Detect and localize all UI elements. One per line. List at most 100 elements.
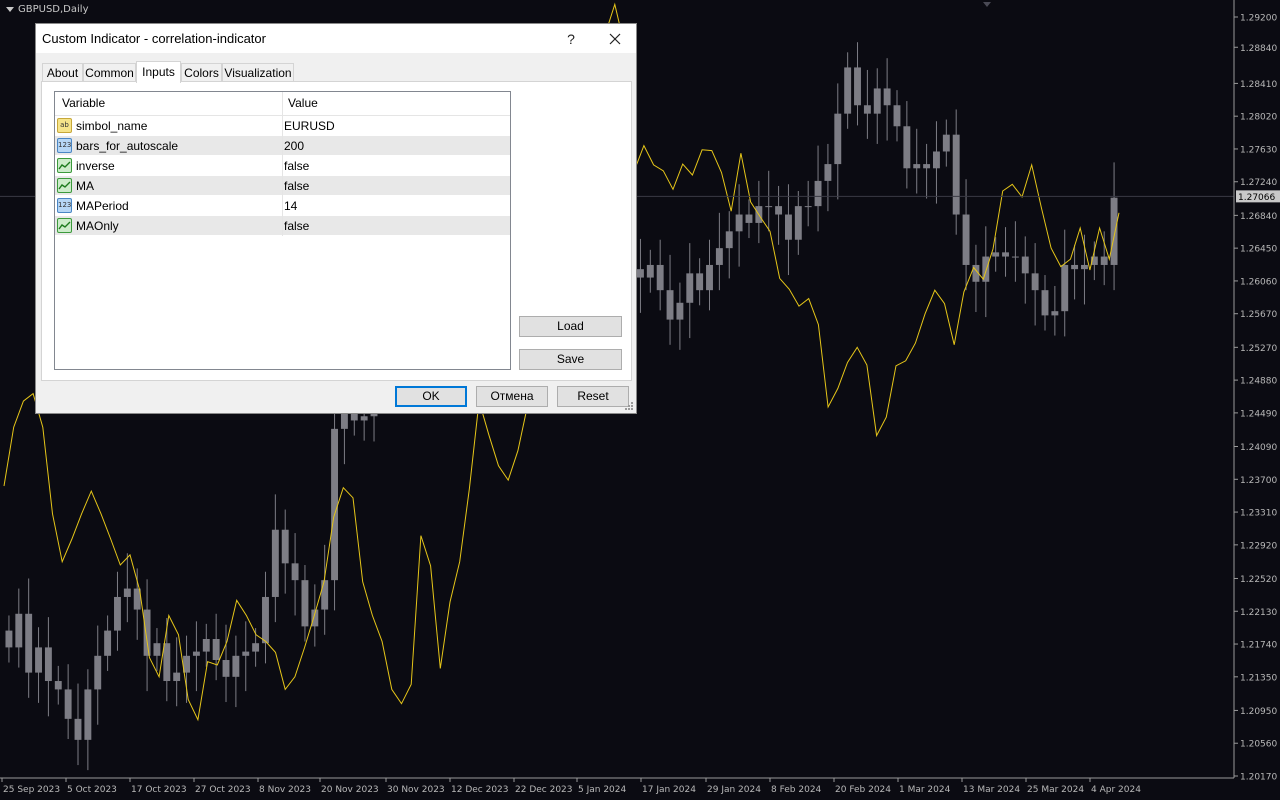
- date-label: 30 Nov 2023: [387, 785, 445, 795]
- column-divider[interactable]: [282, 92, 283, 115]
- price-label: 1.24490: [1240, 409, 1277, 419]
- candle-body: [814, 180, 822, 207]
- candle-body: [696, 273, 704, 291]
- candle-body: [854, 67, 861, 106]
- variable-value[interactable]: EURUSD: [284, 116, 335, 136]
- candle-body: [715, 248, 723, 265]
- price-label: 1.27240: [1240, 178, 1277, 188]
- candle-body: [25, 613, 33, 673]
- boolean-type-icon: [57, 218, 72, 233]
- candle-body: [1041, 290, 1049, 316]
- price-label: 1.28020: [1240, 113, 1277, 123]
- tab-common[interactable]: Common: [83, 63, 136, 82]
- candle-body: [222, 660, 230, 677]
- candle-body: [913, 164, 921, 169]
- candle-body: [1051, 311, 1059, 316]
- column-header-variable[interactable]: Variable: [62, 92, 105, 115]
- candle-body: [192, 651, 200, 656]
- date-label: 27 Oct 2023: [195, 785, 251, 795]
- candle-body: [933, 151, 940, 169]
- price-label: 1.24880: [1240, 377, 1277, 387]
- chart-menu-triangle-icon[interactable]: [6, 6, 14, 12]
- load-button[interactable]: Load: [519, 316, 622, 337]
- tab-colors[interactable]: Colors: [181, 63, 222, 82]
- table-row[interactable]: 123 bars_for_autoscale 200: [55, 136, 510, 156]
- candle-body: [903, 126, 911, 169]
- date-label: 17 Jan 2024: [642, 785, 696, 795]
- variable-value[interactable]: 200: [284, 136, 304, 156]
- candle-body: [163, 643, 171, 682]
- dialog-titlebar[interactable]: Custom Indicator - correlation-indicator…: [36, 24, 636, 53]
- price-label: 1.28410: [1240, 80, 1277, 90]
- candle-body: [321, 580, 329, 610]
- ok-button[interactable]: OK: [395, 386, 467, 407]
- candle-body: [123, 588, 131, 597]
- tab-inputs[interactable]: Inputs: [136, 61, 181, 83]
- candle-body: [804, 206, 812, 208]
- price-label: 1.27630: [1240, 145, 1277, 155]
- variable-value[interactable]: false: [284, 216, 309, 236]
- date-label: 1 Mar 2024: [899, 785, 951, 795]
- candle-body: [202, 638, 210, 652]
- price-label: 1.22520: [1240, 575, 1277, 585]
- cancel-button[interactable]: Отмена: [476, 386, 548, 407]
- resize-grip-icon[interactable]: [624, 401, 634, 411]
- candle-body: [794, 206, 802, 240]
- tab-about[interactable]: About: [42, 63, 83, 82]
- custom-indicator-dialog: Custom Indicator - correlation-indicator…: [35, 23, 637, 414]
- candle-body: [873, 88, 881, 114]
- candle-body: [834, 113, 842, 165]
- price-label: 1.25270: [1240, 344, 1277, 354]
- candle-body: [331, 428, 339, 581]
- candle-body: [252, 643, 260, 652]
- cell-divider: [282, 116, 283, 136]
- candle-body: [1110, 197, 1118, 265]
- candle-body: [281, 529, 289, 564]
- number-type-icon: 123: [57, 198, 72, 213]
- candle-body: [952, 134, 960, 215]
- variable-name: inverse: [76, 159, 115, 173]
- variable-value[interactable]: false: [284, 176, 309, 196]
- save-button[interactable]: Save: [519, 349, 622, 370]
- table-row[interactable]: 123 MAPeriod 14: [55, 196, 510, 216]
- candle-body: [1071, 264, 1079, 270]
- candle-body: [735, 214, 743, 232]
- date-label: 29 Jan 2024: [707, 785, 761, 795]
- candle-body: [765, 206, 773, 208]
- chart-title-text: GBPUSD,Daily: [18, 4, 89, 15]
- date-label: 20 Feb 2024: [835, 785, 891, 795]
- candle-body: [35, 647, 42, 673]
- price-label: 1.26840: [1240, 212, 1277, 222]
- price-label: 1.26060: [1240, 277, 1277, 287]
- inputs-table: Variable Value ab simbol_name EURUSD 123…: [54, 91, 511, 370]
- close-icon: [609, 33, 621, 45]
- candle-body: [94, 655, 102, 690]
- candle-body: [153, 643, 161, 656]
- date-label: 25 Mar 2024: [1027, 785, 1084, 795]
- column-header-value[interactable]: Value: [288, 92, 318, 115]
- candle-body: [863, 105, 871, 114]
- table-row[interactable]: ab simbol_name EURUSD: [55, 116, 510, 136]
- candle-body: [104, 630, 112, 656]
- table-header: Variable Value: [55, 92, 510, 116]
- help-button[interactable]: ?: [560, 28, 582, 50]
- variable-value[interactable]: false: [284, 156, 309, 176]
- price-label: 1.21740: [1240, 641, 1277, 651]
- reset-button[interactable]: Reset: [557, 386, 629, 407]
- variable-value[interactable]: 14: [284, 196, 297, 216]
- tab-visualization[interactable]: Visualization: [222, 63, 294, 82]
- candle-body: [646, 264, 654, 278]
- price-label: 1.20950: [1240, 707, 1277, 717]
- table-row[interactable]: inverse false: [55, 156, 510, 176]
- table-row[interactable]: MA false: [55, 176, 510, 196]
- date-label: 5 Jan 2024: [578, 785, 626, 795]
- candle-body: [54, 681, 62, 690]
- candle-body: [636, 269, 644, 278]
- price-label: 1.20170: [1240, 773, 1277, 783]
- date-label: 17 Oct 2023: [131, 785, 187, 795]
- candle-body: [232, 655, 240, 677]
- table-row[interactable]: MAOnly false: [55, 216, 510, 236]
- close-button[interactable]: [602, 27, 628, 51]
- candle-body: [74, 718, 82, 740]
- candle-body: [1081, 264, 1088, 270]
